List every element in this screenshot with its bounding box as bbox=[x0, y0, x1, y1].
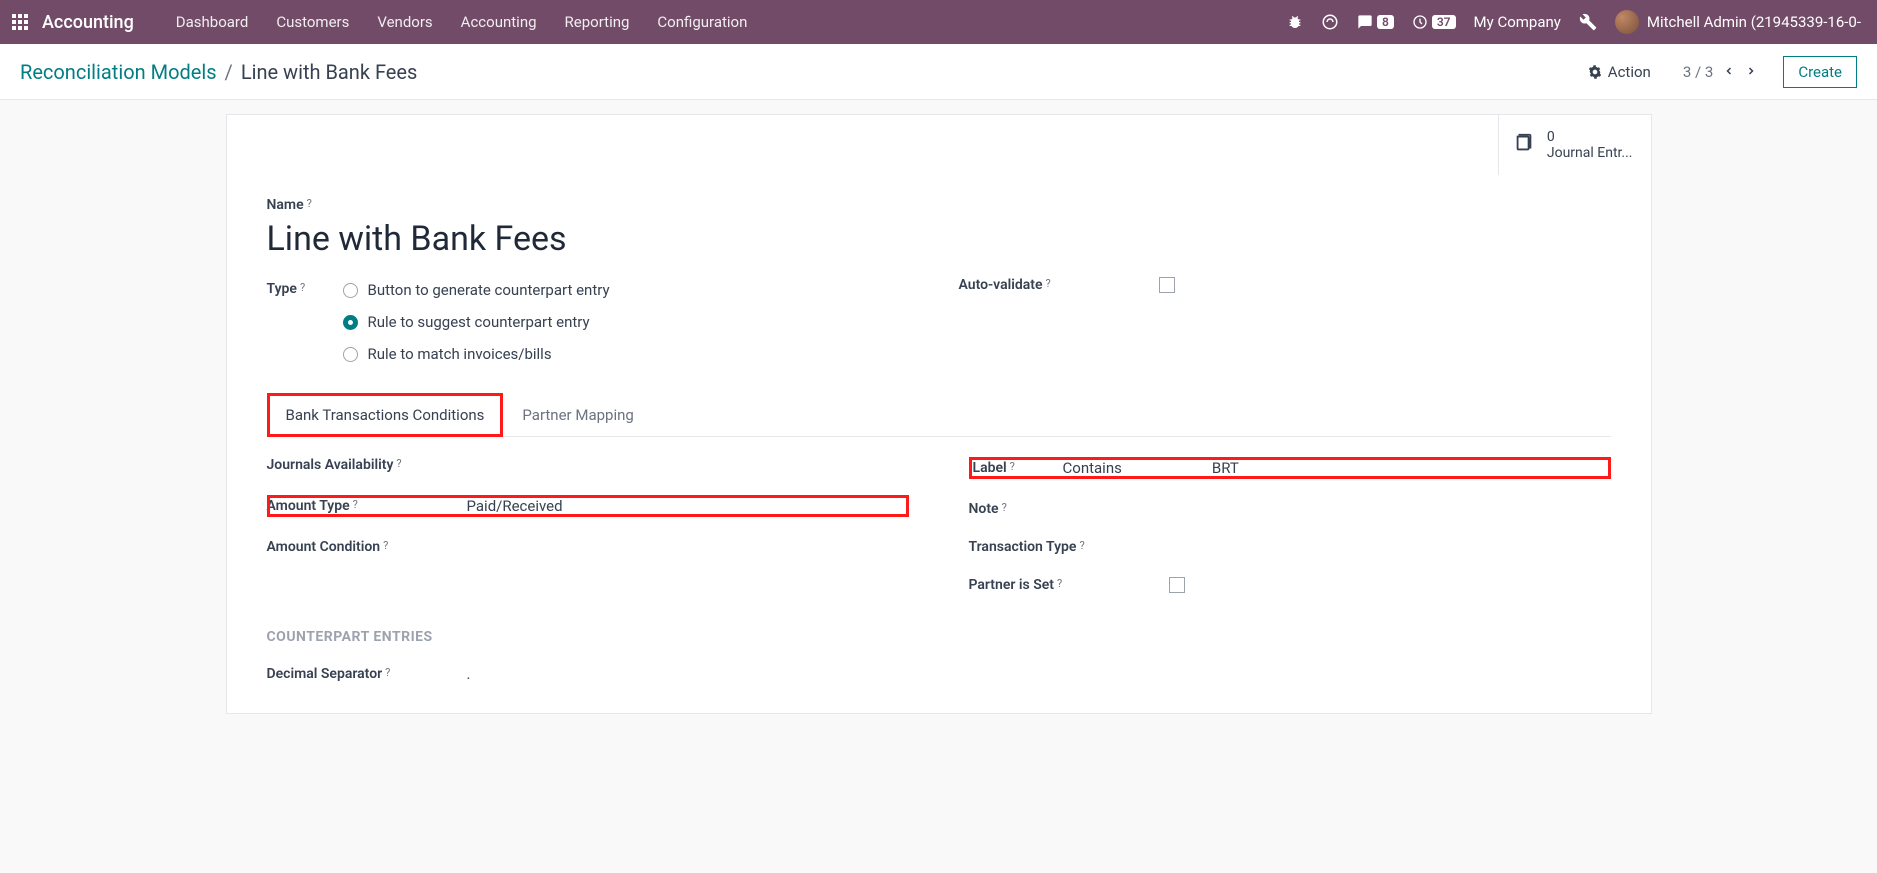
radio-icon bbox=[343, 315, 358, 330]
avatar bbox=[1615, 10, 1639, 34]
action-menu[interactable]: Action bbox=[1588, 63, 1651, 81]
help-icon[interactable]: ? bbox=[300, 281, 305, 294]
messages-badge: 8 bbox=[1377, 15, 1394, 29]
radio-icon bbox=[343, 283, 358, 298]
top-nav: Accounting Dashboard Customers Vendors A… bbox=[0, 0, 1877, 44]
partner-is-set-checkbox[interactable] bbox=[1169, 577, 1185, 593]
user-menu[interactable]: Mitchell Admin (21945339-16-0- bbox=[1615, 10, 1861, 34]
breadcrumb-parent[interactable]: Reconciliation Models bbox=[20, 60, 217, 84]
breadcrumb-sep: / bbox=[225, 60, 233, 84]
label-value[interactable]: BRT bbox=[1212, 459, 1239, 477]
activities-badge: 37 bbox=[1432, 15, 1456, 29]
decimal-separator-field: Decimal Separator? . bbox=[267, 665, 1611, 683]
help-icon[interactable]: ? bbox=[396, 457, 401, 470]
page-header: Reconciliation Models / Line with Bank F… bbox=[0, 44, 1877, 100]
messages-icon[interactable]: 8 bbox=[1357, 14, 1394, 30]
form-card: 0 Journal Entr... Name? Line with Bank F… bbox=[226, 114, 1652, 714]
label-label: Label? bbox=[973, 460, 1033, 476]
nav-dashboard[interactable]: Dashboard bbox=[162, 3, 263, 41]
user-name: Mitchell Admin (21945339-16-0- bbox=[1647, 13, 1861, 31]
name-label: Name? bbox=[267, 197, 312, 213]
pager-next-icon[interactable] bbox=[1745, 63, 1757, 81]
label-operator[interactable]: Contains bbox=[1063, 459, 1122, 477]
type-option-label: Rule to suggest counterpart entry bbox=[368, 313, 590, 331]
amount-condition-field: Amount Condition? bbox=[267, 539, 909, 555]
decimal-separator-value[interactable]: . bbox=[467, 665, 471, 683]
nav-reporting[interactable]: Reporting bbox=[551, 3, 644, 41]
type-label: Type? bbox=[267, 281, 323, 297]
type-field: Type? Button to generate counterpart ent… bbox=[267, 281, 919, 363]
help-icon[interactable]: ? bbox=[1057, 577, 1062, 590]
note-label: Note? bbox=[969, 501, 1139, 517]
company-switcher[interactable]: My Company bbox=[1474, 13, 1561, 31]
smart-button-label: Journal Entr... bbox=[1547, 145, 1633, 161]
counterpart-section-header: COUNTERPART ENTRIES bbox=[267, 629, 1611, 645]
help-icon[interactable]: ? bbox=[353, 498, 358, 511]
smart-button-journal-entries[interactable]: 0 Journal Entr... bbox=[1498, 115, 1651, 175]
apps-icon[interactable] bbox=[8, 10, 32, 34]
help-icon[interactable]: ? bbox=[383, 539, 388, 552]
type-option-label: Button to generate counterpart entry bbox=[368, 281, 610, 299]
decimal-separator-label: Decimal Separator? bbox=[267, 666, 437, 682]
partner-is-set-field: Partner is Set? bbox=[969, 577, 1611, 593]
nav-configuration[interactable]: Configuration bbox=[643, 3, 761, 41]
nav-right: 8 37 My Company Mitchell Admin (21945339… bbox=[1287, 10, 1869, 34]
help-icon[interactable]: ? bbox=[307, 197, 312, 210]
note-field: Note? bbox=[969, 501, 1611, 517]
tabs: Bank Transactions Conditions Partner Map… bbox=[267, 393, 1611, 437]
type-option-button[interactable]: Button to generate counterpart entry bbox=[343, 281, 610, 299]
support-icon[interactable] bbox=[1321, 13, 1339, 31]
breadcrumb: Reconciliation Models / Line with Bank F… bbox=[20, 60, 417, 84]
activities-icon[interactable]: 37 bbox=[1412, 14, 1456, 30]
conditions-panel: Journals Availability? Amount Type? Paid… bbox=[267, 457, 1611, 593]
smart-button-count: 0 bbox=[1547, 129, 1633, 145]
action-label: Action bbox=[1608, 63, 1651, 81]
debug-icon[interactable] bbox=[1287, 14, 1303, 30]
tab-bank-transactions-conditions[interactable]: Bank Transactions Conditions bbox=[267, 393, 504, 437]
auto-validate-field: Auto-validate? bbox=[959, 277, 1611, 293]
auto-validate-label: Auto-validate? bbox=[959, 277, 1129, 293]
nav-vendors[interactable]: Vendors bbox=[363, 3, 446, 41]
help-icon[interactable]: ? bbox=[1002, 501, 1007, 514]
help-icon[interactable]: ? bbox=[1046, 277, 1051, 290]
book-icon bbox=[1513, 132, 1535, 158]
label-field: Label? Contains BRT bbox=[969, 457, 1611, 479]
type-option-suggest[interactable]: Rule to suggest counterpart entry bbox=[343, 313, 610, 331]
amount-type-value[interactable]: Paid/Received bbox=[467, 497, 563, 515]
create-button[interactable]: Create bbox=[1783, 56, 1857, 88]
content-area: 0 Journal Entr... Name? Line with Bank F… bbox=[0, 100, 1877, 754]
amount-condition-label: Amount Condition? bbox=[267, 539, 437, 555]
brand-label[interactable]: Accounting bbox=[42, 12, 134, 33]
partner-is-set-label: Partner is Set? bbox=[969, 577, 1139, 593]
type-option-label: Rule to match invoices/bills bbox=[368, 345, 552, 363]
pager-prev-icon[interactable] bbox=[1723, 63, 1735, 81]
radio-icon bbox=[343, 347, 358, 362]
journals-availability-label: Journals Availability? bbox=[267, 457, 437, 473]
amount-type-label: Amount Type? bbox=[267, 498, 437, 514]
name-field: Name? Line with Bank Fees bbox=[267, 197, 1611, 259]
breadcrumb-current: Line with Bank Fees bbox=[241, 60, 418, 84]
nav-accounting[interactable]: Accounting bbox=[447, 3, 551, 41]
auto-validate-checkbox[interactable] bbox=[1159, 277, 1175, 293]
help-icon[interactable]: ? bbox=[385, 666, 390, 679]
name-value[interactable]: Line with Bank Fees bbox=[267, 219, 1611, 259]
pager-count: 3 / 3 bbox=[1683, 63, 1714, 81]
journals-availability-field: Journals Availability? bbox=[267, 457, 909, 473]
nav-links: Dashboard Customers Vendors Accounting R… bbox=[162, 3, 762, 41]
pager: 3 / 3 bbox=[1683, 63, 1758, 81]
type-option-match[interactable]: Rule to match invoices/bills bbox=[343, 345, 610, 363]
help-icon[interactable]: ? bbox=[1010, 460, 1015, 473]
help-icon[interactable]: ? bbox=[1079, 539, 1084, 552]
transaction-type-field: Transaction Type? bbox=[969, 539, 1611, 555]
tab-partner-mapping[interactable]: Partner Mapping bbox=[503, 393, 652, 436]
nav-customers[interactable]: Customers bbox=[262, 3, 363, 41]
transaction-type-label: Transaction Type? bbox=[969, 539, 1139, 555]
tools-icon[interactable] bbox=[1579, 13, 1597, 31]
amount-type-field: Amount Type? Paid/Received bbox=[267, 495, 909, 517]
